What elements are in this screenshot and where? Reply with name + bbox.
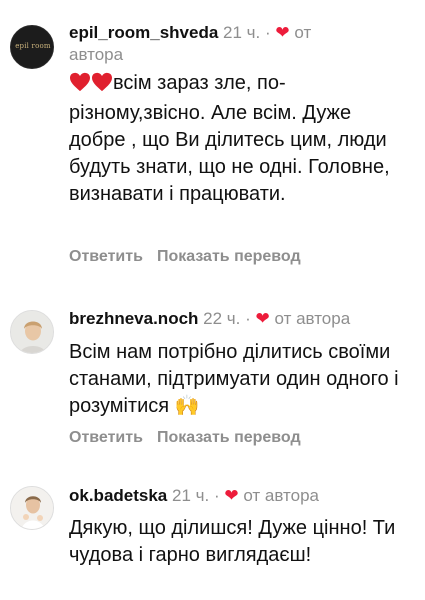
heart-icon: ❤ (255, 309, 270, 328)
comment-text: всім зараз зле, по-різному,звісно. Але в… (69, 70, 409, 208)
separator-dot: · (264, 23, 271, 42)
author-tag: от (294, 23, 312, 42)
heart-icon: ❤ (224, 486, 239, 505)
heart-icon: ❤ (275, 23, 290, 42)
timestamp: 21 ч. (172, 486, 210, 505)
comment-header: brezhneva.noch 22 ч. · ❤ от автора (69, 308, 350, 330)
raising-hands-emoji-icon: 🙌 (174, 395, 200, 417)
comment-text: Всім нам потрібно ділитись своїми станам… (69, 339, 409, 420)
username[interactable]: brezhneva.noch (69, 309, 198, 328)
comment-body: Всім нам потрібно ділитись своїми станам… (69, 341, 399, 417)
avatar[interactable]: epil room (10, 25, 54, 69)
author-tag: от автора (274, 309, 351, 328)
comment-header: ok.badetska 21 ч. · ❤ от автора (69, 485, 319, 507)
red-heart-emoji-icon (91, 72, 113, 100)
red-heart-emoji-icon (69, 72, 91, 100)
avatar-portrait-icon (11, 311, 53, 353)
reply-button[interactable]: Ответить (69, 248, 143, 265)
reply-button[interactable]: Ответить (69, 429, 143, 446)
comment-body: Дякую, що ділишся! Дуже цінно! Ти чудова… (69, 517, 396, 566)
separator-dot: · (213, 486, 220, 505)
username[interactable]: epil_room_shveda (69, 23, 218, 42)
avatar[interactable] (10, 310, 54, 354)
avatar-portrait-icon (11, 487, 53, 529)
avatar-logo-text: epil room (15, 42, 51, 50)
comment-actions: Ответить Показать перевод (69, 248, 301, 266)
comment-actions: Ответить Показать перевод (69, 429, 301, 447)
comment-body: всім зараз зле, по-різному,звісно. Але в… (69, 72, 390, 205)
author-tag-continued: автора (69, 45, 124, 64)
show-translation-button[interactable]: Показать перевод (157, 429, 301, 446)
username[interactable]: ok.badetska (69, 486, 167, 505)
avatar[interactable] (10, 486, 54, 530)
comment-header: epil_room_shveda 21 ч. · ❤ от автора (69, 22, 369, 66)
author-tag: от автора (243, 486, 320, 505)
comment-text: Дякую, що ділишся! Дуже цінно! Ти чудова… (69, 515, 409, 569)
show-translation-button[interactable]: Показать перевод (157, 248, 301, 265)
timestamp: 22 ч. (203, 309, 241, 328)
separator-dot: · (245, 309, 251, 328)
timestamp: 21 ч. (223, 23, 261, 42)
